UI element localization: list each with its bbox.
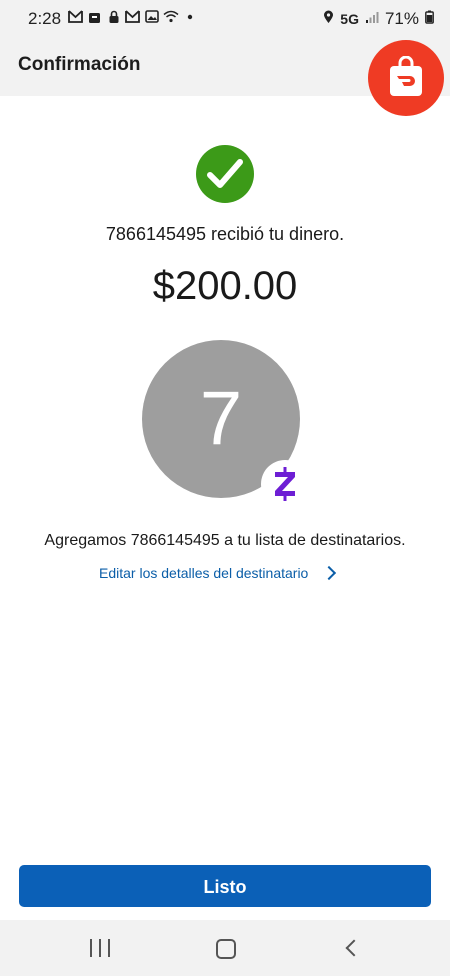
battery-icon (425, 9, 434, 29)
gmail-icon (68, 10, 83, 25)
system-nav-bar (0, 920, 450, 976)
location-icon (323, 9, 334, 29)
network-type: 5G (340, 11, 359, 27)
wifi-icon (163, 10, 179, 25)
received-message: 7866145495 recibió tu dinero. (105, 224, 345, 244)
battery-percent: 71% (384, 9, 419, 28)
confirmation-screen: 2:28 5G 71% Confirmación 7866145495 reci… (0, 0, 450, 976)
status-right-group: 5G 71% (323, 9, 434, 29)
recents-icon[interactable] (90, 939, 110, 957)
zelle-logo-icon (261, 460, 309, 508)
lock-icon (106, 10, 121, 25)
signal-icon (365, 9, 379, 29)
status-time: 2:28 (28, 9, 62, 28)
edit-recipient-link[interactable]: Editar los detalles del destinatario (99, 565, 337, 581)
notification-icons (68, 10, 197, 25)
home-icon[interactable] (216, 939, 236, 959)
added-recipient-message: Agregamos 7866145495 a tu lista de desti… (44, 532, 406, 549)
status-bar: 2:28 5G 71% (0, 0, 450, 40)
image-icon (144, 10, 159, 25)
shopping-bag-icon (390, 56, 422, 96)
back-icon[interactable] (345, 939, 363, 957)
amount-sent: $200.00 (152, 264, 298, 308)
doordash-floating-button[interactable] (368, 40, 444, 116)
store-icon (87, 10, 102, 25)
page-title: Confirmación (18, 54, 141, 75)
gmail-icon (125, 10, 140, 25)
success-check-icon (196, 145, 254, 203)
edit-recipient-label: Editar los detalles del destinatario (99, 565, 309, 581)
chevron-right-icon (322, 565, 337, 581)
done-button[interactable]: Listo (19, 865, 431, 907)
dot-icon (182, 10, 197, 25)
